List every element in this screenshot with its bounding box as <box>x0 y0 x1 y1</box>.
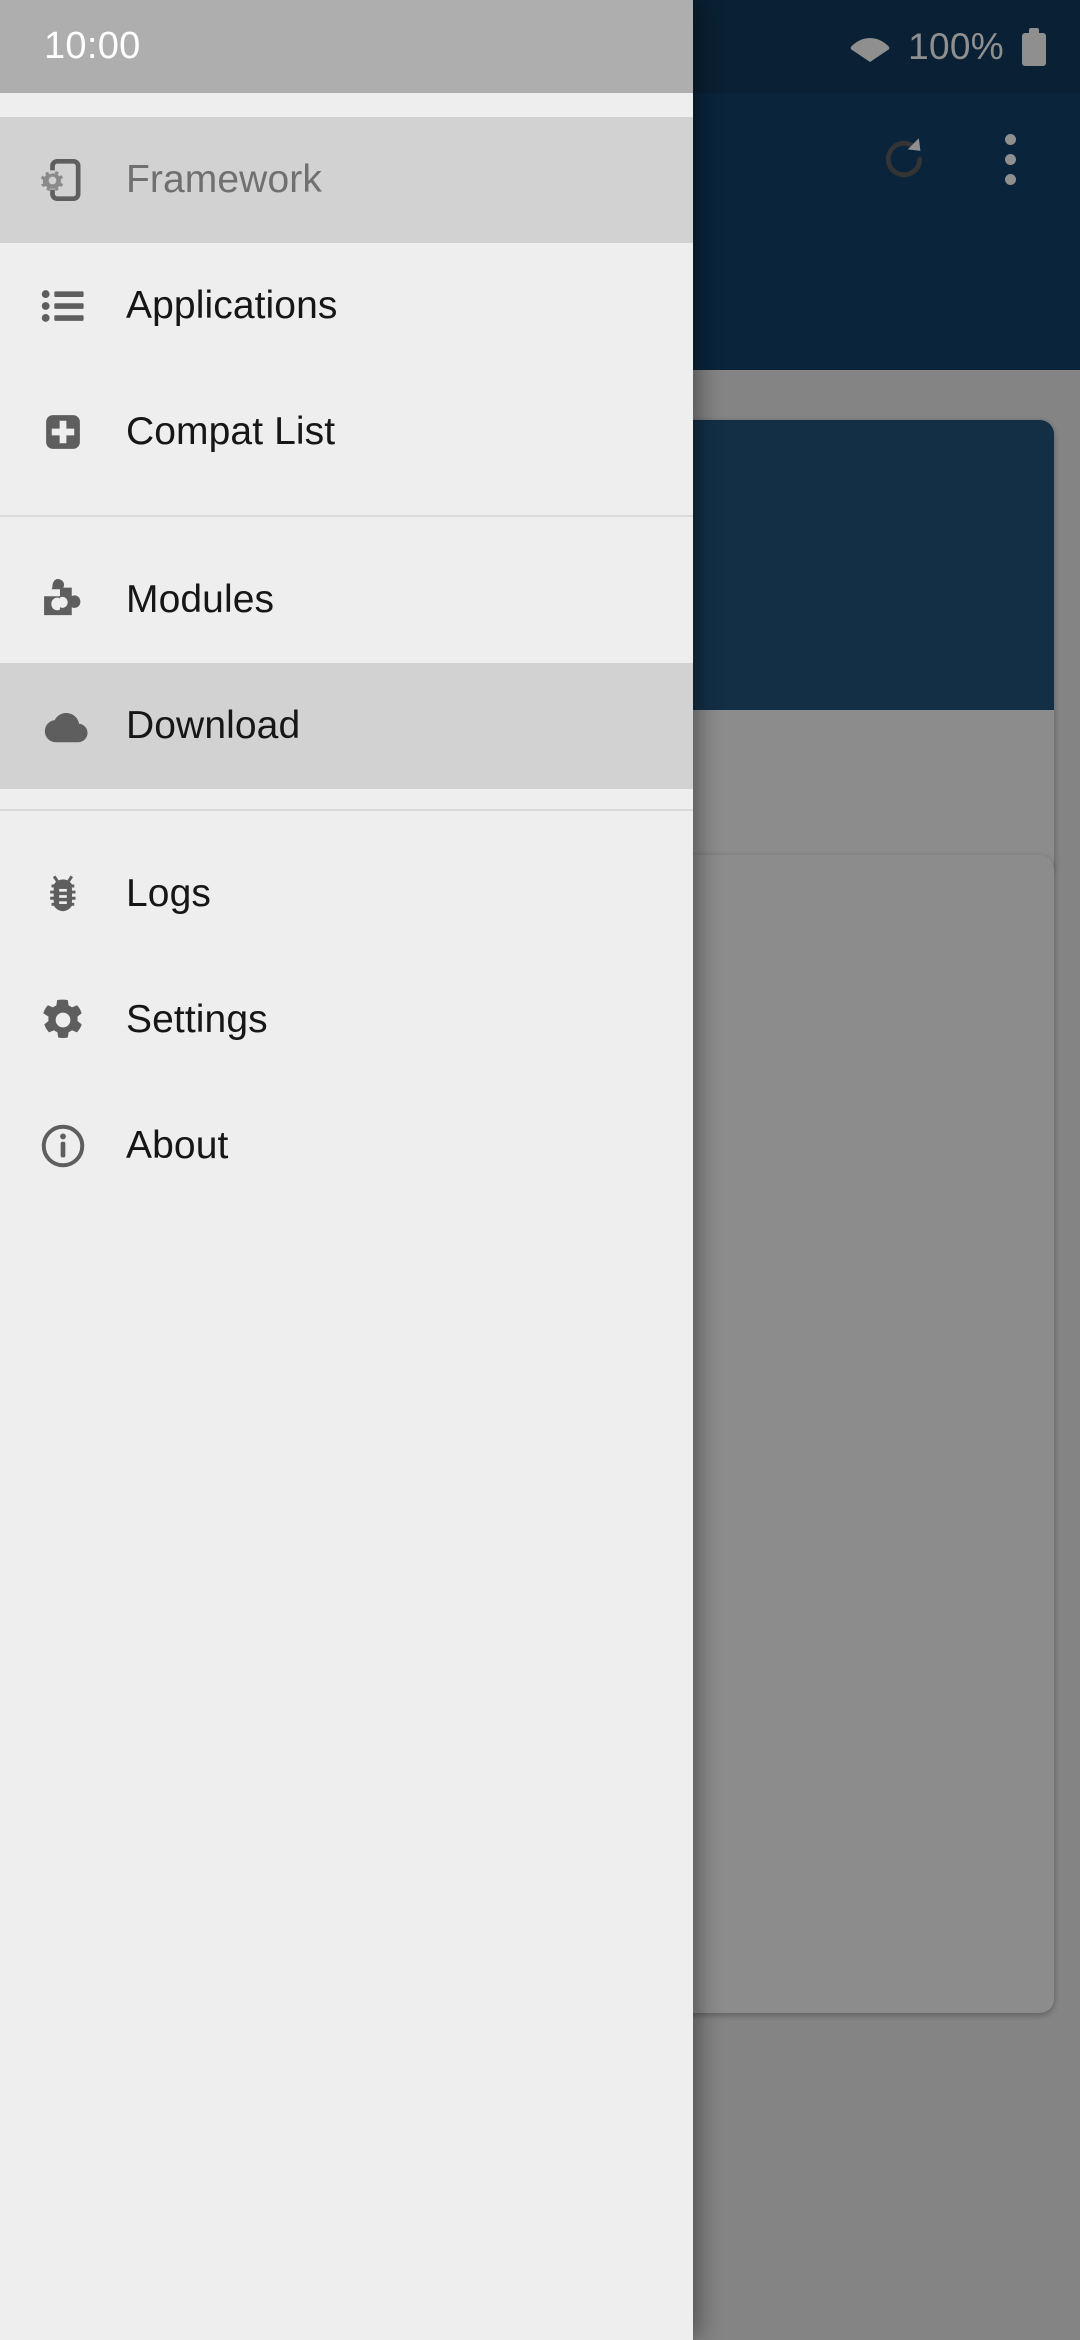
sidebar-item-label: Download <box>126 704 301 747</box>
refresh-button[interactable] <box>856 111 952 207</box>
sidebar-item-label: Framework <box>126 158 322 201</box>
gear-icon <box>0 992 126 1048</box>
drawer-group-spacer <box>0 517 693 537</box>
device-gear-icon <box>0 152 126 208</box>
sidebar-item-logs[interactable]: Logs <box>0 831 693 957</box>
sidebar-item-label: Modules <box>126 578 275 621</box>
drawer-clock: 10:00 <box>44 25 141 67</box>
sidebar-item-label: About <box>126 1124 229 1167</box>
drawer-status-bar: 10:00 <box>0 0 693 93</box>
sidebar-item-download[interactable]: Download <box>0 663 693 789</box>
plus-square-icon <box>0 405 126 459</box>
sidebar-item-label: Settings <box>126 998 268 1041</box>
cloud-icon <box>0 697 126 755</box>
drawer-group-spacer <box>0 495 693 515</box>
sidebar-item-applications[interactable]: Applications <box>0 243 693 369</box>
info-circle-icon <box>0 1118 126 1174</box>
sidebar-item-framework[interactable]: Framework <box>0 117 693 243</box>
status-bar-icons: 100% <box>850 26 1080 68</box>
battery-full-icon <box>1022 27 1046 66</box>
overflow-menu-button[interactable] <box>962 111 1058 207</box>
sidebar-item-modules[interactable]: Modules <box>0 537 693 663</box>
toolbar-actions <box>856 111 1058 207</box>
drawer-header-spacer <box>0 93 693 117</box>
sidebar-item-settings[interactable]: Settings <box>0 957 693 1083</box>
sidebar-item-compat-list[interactable]: Compat List <box>0 369 693 495</box>
bug-icon <box>0 867 126 921</box>
phone-screen: 10:00 100% <box>0 0 1080 2340</box>
sidebar-item-about[interactable]: About <box>0 1083 693 1209</box>
more-vert-icon <box>1004 133 1016 185</box>
sidebar-item-label: Compat List <box>126 410 336 453</box>
navigation-drawer: 10:00 Framework Applications Compat List… <box>0 0 693 2340</box>
battery-percent-label: 100% <box>908 25 1004 67</box>
sidebar-item-label: Logs <box>126 872 211 915</box>
drawer-group-spacer <box>0 789 693 809</box>
wifi-icon <box>850 31 890 63</box>
drawer-group-spacer <box>0 811 693 831</box>
list-bullet-icon <box>0 280 126 332</box>
sidebar-item-label: Applications <box>126 284 338 327</box>
puzzle-piece-icon <box>0 572 126 628</box>
